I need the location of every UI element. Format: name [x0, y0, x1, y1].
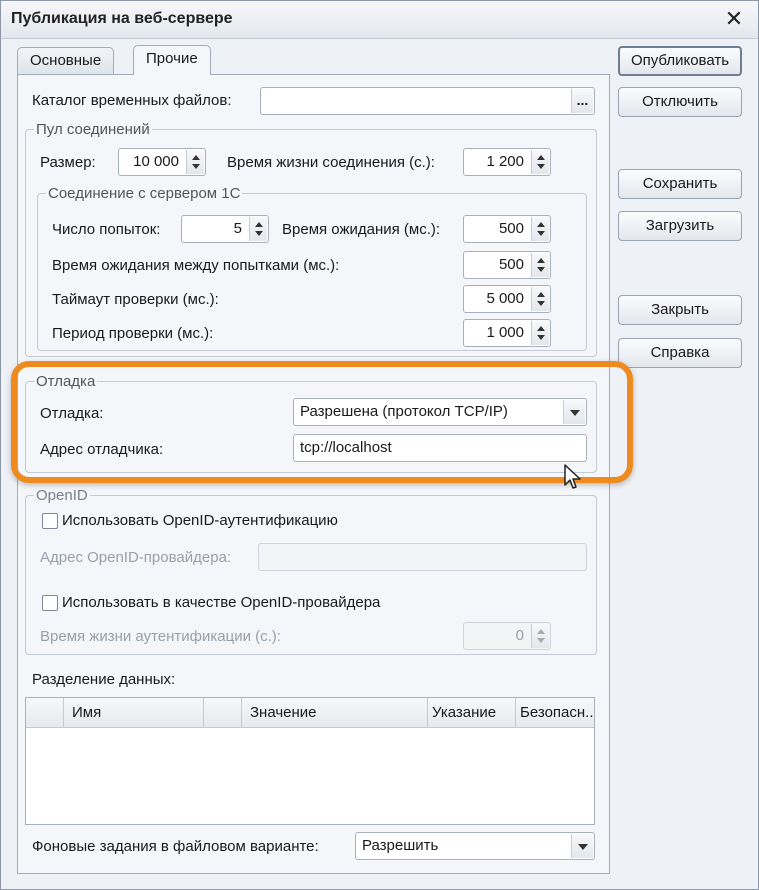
chevron-down-icon[interactable]	[571, 834, 593, 858]
debugger-address-input[interactable]: tcp://localhost	[293, 434, 587, 462]
debug-mode-select[interactable]: Разрешена (протокол TCP/IP)	[293, 398, 587, 426]
temp-catalog-input[interactable]: ...	[260, 87, 595, 115]
attempts-field[interactable]: 5	[181, 215, 269, 243]
between-label: Время ожидания между попытками (мс.):	[52, 257, 340, 274]
auth-lifetime-field[interactable]: 0	[463, 622, 551, 650]
publish-button[interactable]: Опубликовать	[618, 46, 742, 76]
column-header-name[interactable]: Имя	[64, 698, 204, 728]
pool-size-field[interactable]: 10 000	[118, 148, 206, 176]
temp-catalog-label: Каталог временных файлов:	[32, 92, 232, 109]
check-period-field[interactable]: 1 000	[463, 319, 551, 347]
spin-icon[interactable]	[531, 624, 549, 648]
wait-label: Время ожидания (мс.):	[282, 221, 441, 238]
check-timeout-field[interactable]: 5 000	[463, 285, 551, 313]
pool-lifetime-value: 1 200	[486, 153, 524, 170]
column-header-indication[interactable]: Указание	[428, 698, 516, 728]
data-separation-table[interactable]: Имя Значение Указание Безопасн...	[25, 697, 595, 825]
debugger-address-value: tcp://localhost	[300, 439, 392, 456]
use-openid-auth-label[interactable]: Использовать OpenID-аутентификацию	[62, 512, 338, 529]
load-button[interactable]: Загрузить	[618, 211, 742, 241]
as-openid-provider-label[interactable]: Использовать в качестве OpenID-провайдер…	[62, 594, 380, 611]
debug-mode-value: Разрешена (протокол TCP/IP)	[300, 403, 508, 420]
column-header-icon[interactable]	[26, 698, 64, 728]
close-icon[interactable]: ✕	[722, 5, 746, 33]
mouse-cursor-icon	[564, 464, 581, 489]
openid-legend: OpenID	[36, 487, 88, 504]
attempts-value: 5	[233, 220, 242, 237]
background-jobs-value: Разрешить	[362, 837, 439, 854]
pool-legend: Пул соединений	[36, 121, 150, 138]
background-jobs-label: Фоновые задания в файловом варианте:	[32, 838, 319, 855]
debug-legend: Отладка	[36, 373, 96, 390]
server-connection-legend: Соединение с сервером 1С	[48, 185, 241, 202]
data-separation-label: Разделение данных:	[32, 671, 176, 688]
pool-lifetime-field[interactable]: 1 200	[463, 148, 551, 176]
check-period-label: Период проверки (мс.):	[52, 325, 214, 342]
use-openid-auth-checkbox[interactable]	[42, 513, 58, 529]
spin-icon[interactable]	[186, 150, 204, 174]
browse-button[interactable]: ...	[571, 89, 593, 113]
between-value: 500	[498, 256, 524, 273]
help-button[interactable]: Справка	[618, 338, 742, 368]
auth-lifetime-value: 0	[515, 627, 524, 644]
openid-provider-address-input[interactable]	[258, 543, 587, 571]
pool-size-label: Размер:	[40, 154, 96, 171]
save-button[interactable]: Сохранить	[618, 169, 742, 199]
publish-dialog: Публикация на веб-сервере ✕ Основные Про…	[0, 0, 759, 890]
title-bar: Публикация на веб-сервере ✕	[1, 1, 758, 39]
disable-button[interactable]: Отключить	[618, 87, 742, 117]
spin-icon[interactable]	[249, 217, 267, 241]
spin-icon[interactable]	[531, 287, 549, 311]
check-period-value: 1 000	[486, 324, 524, 341]
spin-icon[interactable]	[531, 217, 549, 241]
chevron-down-icon[interactable]	[563, 400, 585, 424]
debugger-address-label: Адрес отладчика:	[40, 441, 164, 458]
column-header-flag[interactable]	[204, 698, 242, 728]
window-title: Публикация на веб-сервере	[11, 10, 233, 27]
pool-size-value: 10 000	[133, 153, 179, 170]
openid-provider-address-label: Адрес OpenID-провайдера:	[40, 549, 232, 566]
tab-main[interactable]: Основные	[17, 47, 115, 75]
column-header-safe[interactable]: Безопасн...	[516, 698, 594, 728]
column-header-value[interactable]: Значение	[242, 698, 428, 728]
check-timeout-label: Таймаут проверки (мс.):	[52, 291, 219, 308]
wait-field[interactable]: 500	[463, 215, 551, 243]
spin-icon[interactable]	[531, 150, 549, 174]
between-field[interactable]: 500	[463, 251, 551, 279]
tab-other[interactable]: Прочие	[133, 45, 211, 75]
attempts-label: Число попыток:	[52, 221, 161, 238]
table-header: Имя Значение Указание Безопасн...	[26, 698, 594, 728]
pool-lifetime-label: Время жизни соединения (с.):	[227, 154, 435, 171]
close-button[interactable]: Закрыть	[618, 295, 742, 325]
spin-icon[interactable]	[531, 253, 549, 277]
as-openid-provider-checkbox[interactable]	[42, 595, 58, 611]
wait-value: 500	[498, 220, 524, 237]
background-jobs-select[interactable]: Разрешить	[355, 832, 595, 860]
check-timeout-value: 5 000	[486, 290, 524, 307]
debug-mode-label: Отладка:	[40, 405, 104, 422]
auth-lifetime-label: Время жизни аутентификации (с.):	[40, 628, 281, 645]
spin-icon[interactable]	[531, 321, 549, 345]
